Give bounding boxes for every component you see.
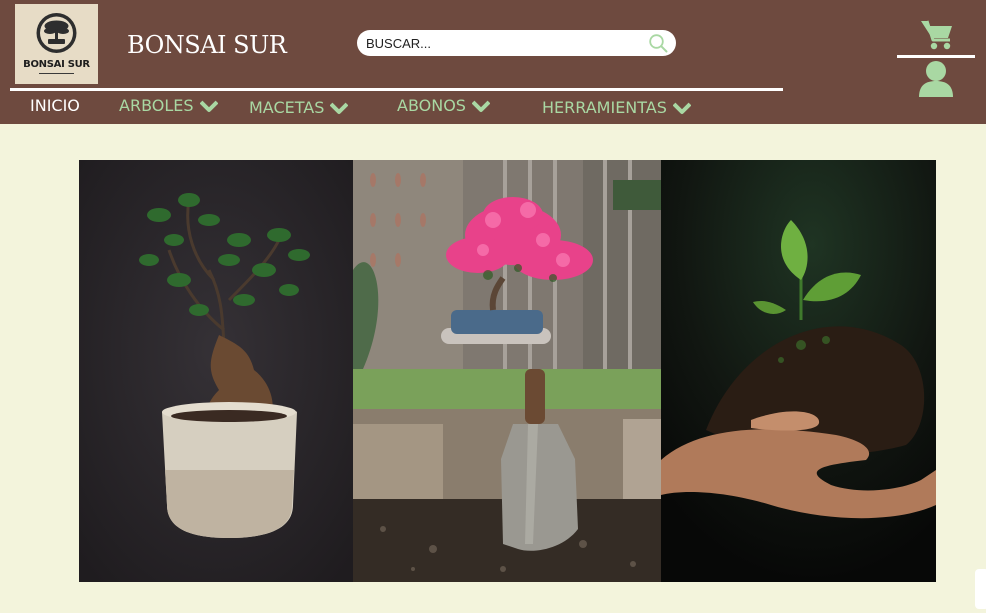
nav-item-label: MACETAS [249, 98, 325, 117]
search-input[interactable] [366, 33, 636, 53]
nav-item-label: HERRAMIENTAS [542, 98, 667, 117]
azalea-bonsai-photo [353, 160, 661, 369]
seedling-hands-photo [661, 160, 936, 582]
logo-divider [39, 73, 74, 74]
chevron-down-icon [672, 102, 691, 114]
trowel-soil-photo [353, 369, 661, 582]
search-bar [357, 30, 676, 56]
nav-item-macetas[interactable]: MACETAS [249, 98, 349, 117]
user-icon[interactable] [917, 60, 955, 98]
logo-text: BONSAI SUR [23, 59, 90, 70]
chevron-down-icon [199, 100, 218, 112]
nav-item-arboles[interactable]: ARBOLES [119, 96, 218, 115]
nav-item-inicio[interactable]: INICIO [30, 96, 80, 115]
site-header: BONSAI SUR BONSAI SUR INICIO ARBOLES MAC… [0, 0, 986, 124]
nav-divider [10, 88, 783, 91]
chevron-down-icon [330, 102, 349, 114]
header-divider [897, 55, 975, 58]
nav-item-label: ABONOS [397, 96, 466, 115]
ficus-bonsai-photo [79, 160, 353, 582]
search-icon[interactable] [648, 33, 668, 53]
brand-title: BONSAI SUR [127, 31, 287, 59]
nav-item-abonos[interactable]: ABONOS [397, 96, 490, 115]
scroll-handle[interactable] [975, 569, 986, 609]
bonsai-logo-icon [36, 13, 77, 53]
nav-item-label: INICIO [30, 96, 80, 115]
chevron-down-icon [471, 100, 490, 112]
nav-item-label: ARBOLES [119, 96, 194, 115]
nav-item-herramientas[interactable]: HERRAMIENTAS [542, 98, 691, 117]
hero-banner [79, 160, 936, 582]
cart-icon[interactable] [919, 17, 955, 51]
logo[interactable]: BONSAI SUR [15, 4, 98, 84]
